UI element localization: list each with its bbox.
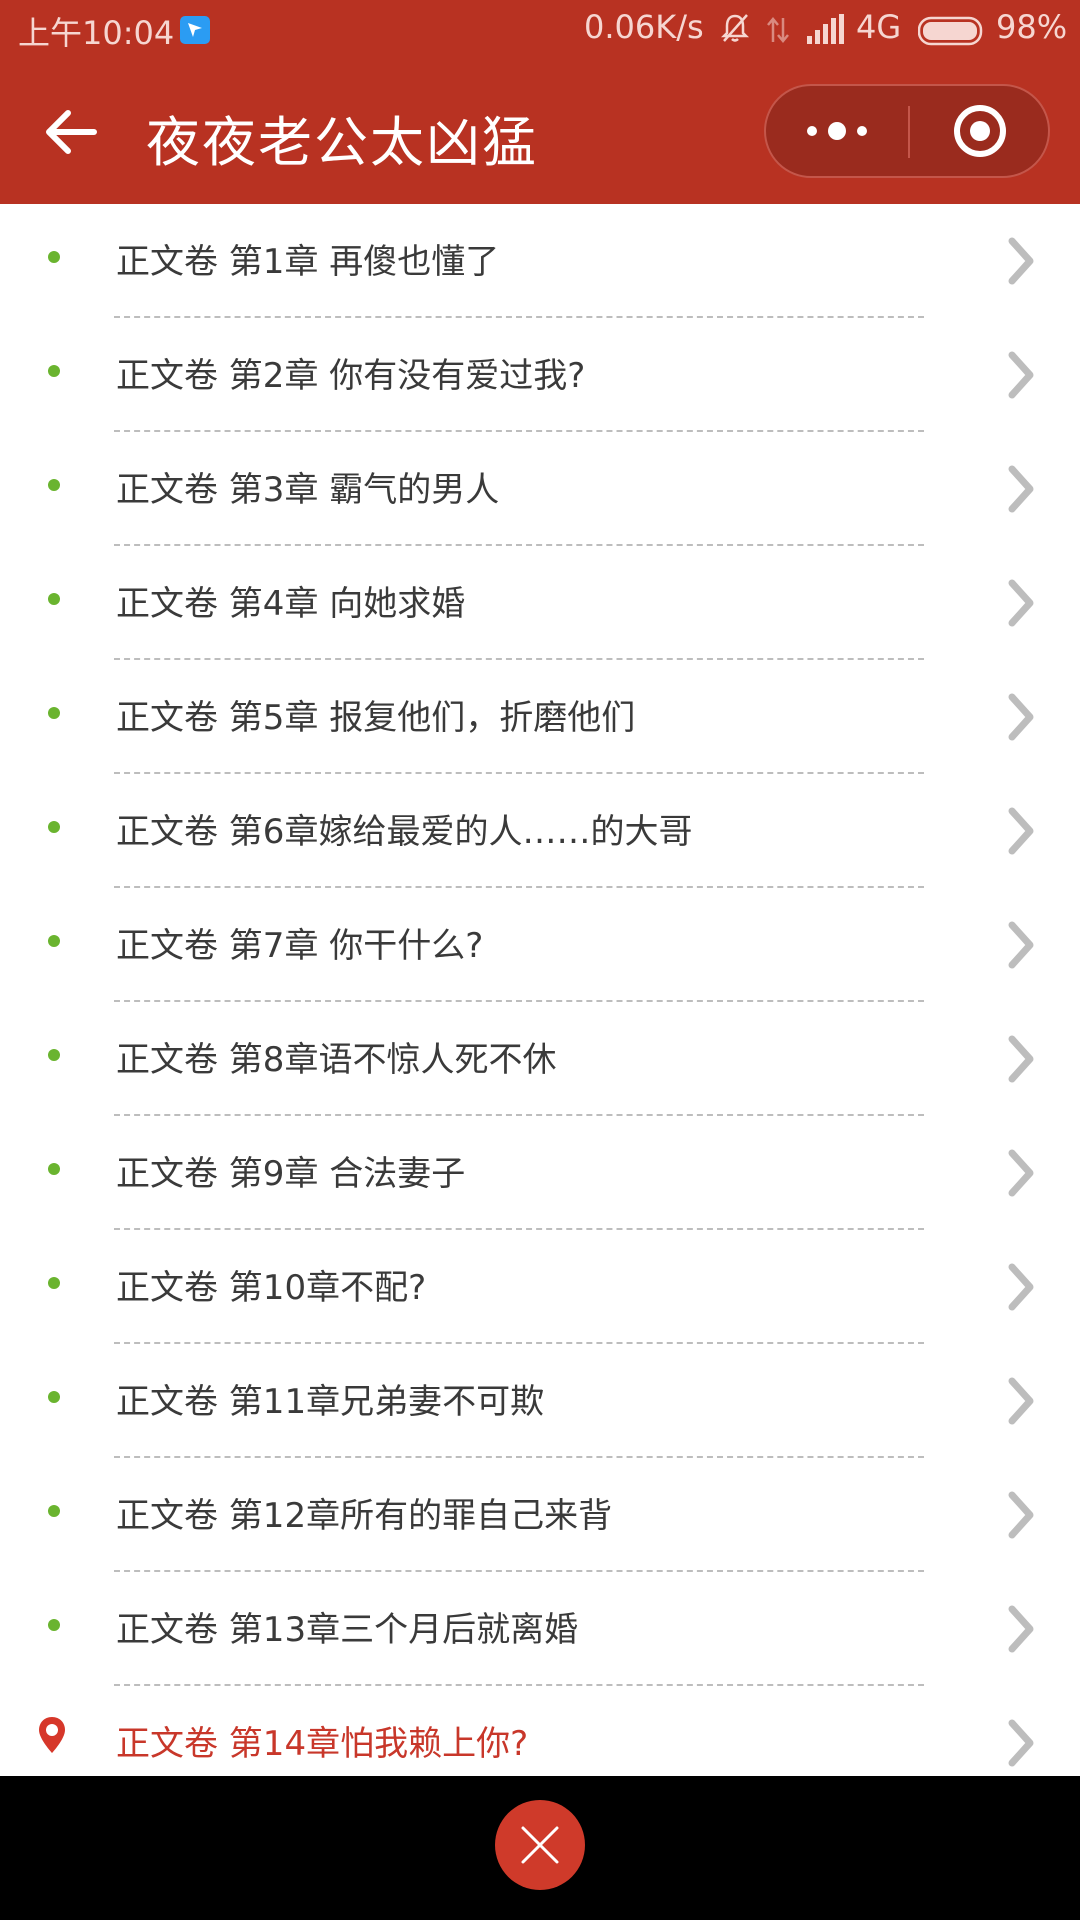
status-network-speed: 0.06K/s xyxy=(584,8,704,46)
status-time: 上午10:04 xyxy=(18,14,175,52)
chapter-bullet xyxy=(48,1049,60,1061)
chapter-item[interactable]: 正文卷 第4章 向她求婚 xyxy=(0,546,1080,660)
chapter-item[interactable]: 正文卷 第1章 再傻也懂了 xyxy=(0,204,1080,318)
title-bar: 夜夜老公太凶猛 xyxy=(0,60,1080,204)
status-battery-percent: 98% xyxy=(996,8,1068,46)
chapter-title: 正文卷 第8章语不惊人死不休 xyxy=(116,1040,557,1080)
chapter-bullet xyxy=(48,1505,60,1517)
chevron-right-icon xyxy=(1006,920,1036,974)
chevron-right-icon xyxy=(1006,578,1036,632)
chapter-bullet xyxy=(48,593,60,605)
chapter-item[interactable]: 正文卷 第12章所有的罪自己来背 xyxy=(0,1458,1080,1572)
chapter-item[interactable]: 正文卷 第5章 报复他们，折磨他们 xyxy=(0,660,1080,774)
chapter-title: 正文卷 第14章怕我赖上你? xyxy=(116,1724,529,1764)
status-bar: 上午10:04 0.06K/s 4G 98% xyxy=(0,0,1080,60)
chevron-right-icon xyxy=(1006,692,1036,746)
chapter-title: 正文卷 第11章兄弟妻不可欺 xyxy=(116,1382,545,1422)
close-x-icon[interactable] xyxy=(495,1800,585,1890)
chapter-title: 正文卷 第7章 你干什么? xyxy=(116,926,484,966)
more-dots-icon[interactable] xyxy=(766,86,908,176)
chapter-bullet xyxy=(48,365,60,377)
chevron-right-icon xyxy=(1006,464,1036,518)
mute-bell-icon xyxy=(720,12,750,48)
signal-bars-icon xyxy=(806,14,846,48)
chapter-title: 正文卷 第10章不配? xyxy=(116,1268,427,1308)
chapter-title: 正文卷 第4章 向她求婚 xyxy=(116,584,466,624)
chapter-bullet xyxy=(48,1391,60,1403)
chevron-right-icon xyxy=(1006,1604,1036,1658)
chevron-right-icon xyxy=(1006,1718,1036,1772)
chapter-title: 正文卷 第2章 你有没有爱过我? xyxy=(116,356,586,396)
chapter-item[interactable]: 正文卷 第10章不配? xyxy=(0,1230,1080,1344)
back-arrow-icon[interactable] xyxy=(40,100,104,164)
chapter-title: 正文卷 第1章 再傻也懂了 xyxy=(116,242,500,282)
chapter-item[interactable]: 正文卷 第13章三个月后就离婚 xyxy=(0,1572,1080,1686)
chapter-bullet xyxy=(48,1277,60,1289)
chapter-item[interactable]: 正文卷 第8章语不惊人死不休 xyxy=(0,1002,1080,1116)
chevron-right-icon xyxy=(1006,806,1036,860)
chevron-right-icon xyxy=(1006,1490,1036,1544)
chapter-title: 正文卷 第13章三个月后就离婚 xyxy=(116,1610,579,1650)
chapter-item[interactable]: 正文卷 第2章 你有没有爱过我? xyxy=(0,318,1080,432)
chevron-right-icon xyxy=(1006,236,1036,290)
chapter-item[interactable]: 正文卷 第7章 你干什么? xyxy=(0,888,1080,1002)
status-network-type: 4G xyxy=(856,8,902,46)
chapter-title: 正文卷 第12章所有的罪自己来背 xyxy=(116,1496,613,1536)
page-title: 夜夜老公太凶猛 xyxy=(146,111,538,174)
chevron-right-icon xyxy=(1006,1376,1036,1430)
notification-app-icon xyxy=(180,16,210,44)
chapter-item[interactable]: 正文卷 第6章嫁给最爱的人……的大哥 xyxy=(0,774,1080,888)
chapter-title: 正文卷 第6章嫁给最爱的人……的大哥 xyxy=(116,812,693,852)
chapter-bullet xyxy=(48,707,60,719)
chapter-title: 正文卷 第3章 霸气的男人 xyxy=(116,470,500,510)
data-arrows-icon xyxy=(764,14,792,50)
chevron-right-icon xyxy=(1006,1148,1036,1202)
battery-icon xyxy=(917,16,986,46)
chevron-right-icon xyxy=(1006,1034,1036,1088)
chapter-bullet xyxy=(48,479,60,491)
chapter-item[interactable]: 正文卷 第9章 合法妻子 xyxy=(0,1116,1080,1230)
chevron-right-icon xyxy=(1006,1262,1036,1316)
reader-screen: 上午10:04 0.06K/s 4G 98% 夜夜老公太凶猛 正文卷 第1章 再… xyxy=(0,0,1080,1920)
target-circle-icon[interactable] xyxy=(910,86,1050,176)
bottom-bar xyxy=(0,1776,1080,1920)
chapter-item-current[interactable]: 正文卷 第14章怕我赖上你? xyxy=(0,1686,1080,1776)
chapter-title: 正文卷 第5章 报复他们，折磨他们 xyxy=(116,698,636,738)
mini-program-capsule xyxy=(764,84,1050,178)
chapter-bullet xyxy=(48,251,60,263)
chapter-title: 正文卷 第9章 合法妻子 xyxy=(116,1154,466,1194)
chapter-item[interactable]: 正文卷 第11章兄弟妻不可欺 xyxy=(0,1344,1080,1458)
chapter-bullet xyxy=(48,1163,60,1175)
chevron-right-icon xyxy=(1006,350,1036,404)
chapter-list: 正文卷 第1章 再傻也懂了正文卷 第2章 你有没有爱过我? 正文卷 第3章 霸气的… xyxy=(0,204,1080,1776)
chapter-bullet xyxy=(48,935,60,947)
chapter-bullet xyxy=(48,821,60,833)
location-pin-icon xyxy=(37,1715,67,1759)
chapter-item[interactable]: 正文卷 第3章 霸气的男人 xyxy=(0,432,1080,546)
chapter-bullet xyxy=(48,1619,60,1631)
